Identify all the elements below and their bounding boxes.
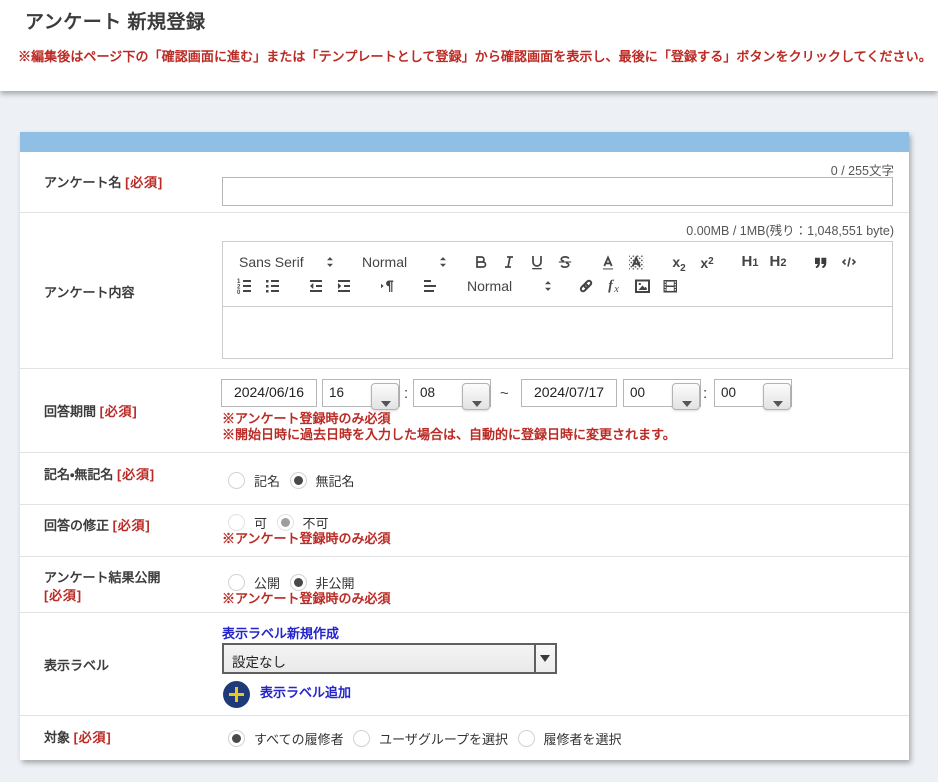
svg-text:0: 0 (237, 290, 241, 295)
